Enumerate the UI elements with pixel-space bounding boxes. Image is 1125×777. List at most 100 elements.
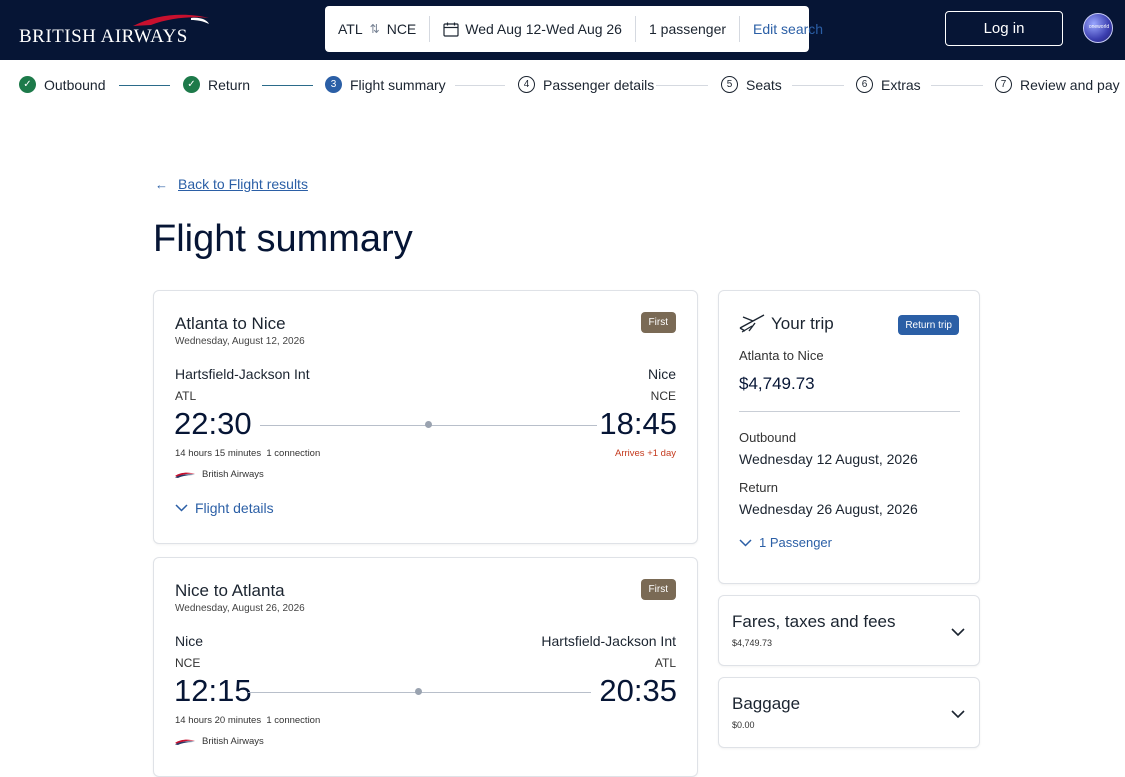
- baggage-title: Baggage: [732, 694, 801, 713]
- british-airways-logo[interactable]: BRITISH AIRWAYS: [19, 12, 219, 48]
- step-extras: 6 Extras: [856, 76, 921, 93]
- step-number: 4: [518, 76, 535, 93]
- return-flight-card: Nice to Atlanta Wednesday, August 26, 20…: [153, 557, 698, 777]
- arrival-airport: Nice: [647, 366, 676, 382]
- calendar-icon: [443, 22, 459, 37]
- page-title: Flight summary: [153, 218, 413, 260]
- departure-time: 12:15: [174, 673, 252, 708]
- departure-airport: Nice: [175, 633, 204, 649]
- flight-date: Wednesday, August 12, 2026: [175, 336, 305, 347]
- edit-search-button[interactable]: Edit search: [740, 16, 836, 42]
- step-connector: [262, 85, 313, 86]
- duration-text: 14 hours 15 minutes: [175, 448, 262, 459]
- step-number: 3: [325, 76, 342, 93]
- step-label: Seats: [746, 76, 782, 93]
- oneworld-icon[interactable]: oneworld: [1083, 13, 1113, 43]
- outbound-label: Outbound: [739, 430, 797, 445]
- connection-dot: [425, 421, 432, 428]
- arrival-airport: Hartsfield-Jackson Int: [541, 633, 676, 649]
- step-label: Return: [208, 76, 251, 93]
- chevron-down-icon: [175, 504, 188, 512]
- speedmarque-icon: [133, 14, 209, 26]
- trip-total-price: $4,749.73: [739, 374, 815, 393]
- edit-search-label: Edit search: [753, 21, 824, 37]
- your-trip-card: Your trip Return trip Atlanta to Nice $4…: [718, 290, 980, 584]
- step-review-and-pay: 7 Review and pay: [995, 76, 1120, 93]
- arrival-code: ATL: [654, 656, 676, 670]
- cabin-badge: First: [640, 579, 676, 600]
- flight-duration: 14 hours 20 minutes 1 connection: [175, 715, 320, 726]
- search-summary: ATL ⇅ NCE Wed Aug 12-Wed Aug 26 1 passen…: [325, 6, 823, 52]
- back-to-results-link[interactable]: ← Back to Flight results: [155, 176, 308, 192]
- travel-dates: Wed Aug 12-Wed Aug 26: [465, 21, 622, 37]
- step-label: Review and pay: [1020, 76, 1120, 93]
- cabin-badge: First: [640, 312, 676, 333]
- return-label: Return: [739, 480, 779, 495]
- step-label: Extras: [881, 76, 921, 93]
- passenger-label: 1 Passenger: [759, 535, 832, 550]
- step-label: Passenger details: [543, 76, 655, 93]
- step-outbound[interactable]: ✓ Outbound: [19, 76, 106, 93]
- swap-icon: ⇅: [369, 22, 380, 36]
- step-connector: [656, 85, 708, 86]
- step-passenger-details: 4 Passenger details: [518, 76, 654, 93]
- operating-airline: British Airways: [175, 736, 264, 747]
- airline-logo-icon: [175, 472, 195, 478]
- oneworld-text: oneworld: [1088, 24, 1110, 30]
- baggage-amount: $0.00: [732, 720, 755, 730]
- step-flight-summary: 3 Flight summary: [325, 76, 446, 93]
- step-number: 5: [721, 76, 738, 93]
- return-date: Wednesday 26 August, 2026: [739, 501, 918, 517]
- outbound-date: Wednesday 12 August, 2026: [739, 451, 918, 467]
- check-icon: ✓: [183, 76, 200, 93]
- departure-airport: Hartsfield-Jackson Int: [175, 366, 310, 382]
- connections-text: 1 connection: [266, 448, 321, 459]
- step-label: Outbound: [44, 76, 106, 93]
- login-button[interactable]: Log in: [945, 11, 1063, 46]
- passengers-segment[interactable]: 1 passenger: [636, 16, 741, 42]
- step-connector: [931, 85, 983, 86]
- route-segment[interactable]: ATL ⇅ NCE: [325, 16, 431, 42]
- divider: [739, 411, 960, 412]
- connections-text: 1 connection: [266, 715, 321, 726]
- departure-code: ATL: [175, 389, 197, 403]
- fares-amount: $4,749.73: [732, 638, 773, 648]
- airline-name: British Airways: [202, 469, 264, 480]
- origin-code: ATL: [338, 21, 363, 37]
- arrival-time: 20:35: [599, 673, 677, 708]
- fares-accordion[interactable]: Fares, taxes and fees $4,749.73: [718, 595, 980, 666]
- airline-name: British Airways: [202, 736, 264, 747]
- booking-stepper: ✓ Outbound ✓ Return 3 Flight summary 4 P…: [0, 60, 1125, 112]
- passenger-toggle[interactable]: 1 Passenger: [739, 535, 832, 550]
- connection-dot: [415, 688, 422, 695]
- check-icon: ✓: [19, 76, 36, 93]
- plane-icon: [739, 313, 765, 338]
- arrow-left-icon: ←: [155, 176, 168, 192]
- step-connector: [792, 85, 844, 86]
- top-header: BRITISH AIRWAYS ATL ⇅ NCE Wed Aug 12-Wed…: [0, 0, 1125, 60]
- your-trip-title: Your trip: [771, 314, 834, 333]
- trip-type-badge: Return trip: [898, 315, 959, 335]
- fares-title: Fares, taxes and fees: [732, 612, 896, 631]
- flight-route-title: Nice to Atlanta: [175, 581, 285, 600]
- chevron-down-icon: [739, 538, 752, 547]
- dates-segment[interactable]: Wed Aug 12-Wed Aug 26: [430, 16, 636, 42]
- chevron-down-icon: [951, 624, 965, 642]
- step-return[interactable]: ✓ Return: [183, 76, 250, 93]
- duration-text: 14 hours 20 minutes: [175, 715, 262, 726]
- airline-logo-icon: [175, 739, 195, 745]
- operating-airline: British Airways: [175, 469, 264, 480]
- flight-duration: 14 hours 15 minutes 1 connection: [175, 448, 320, 459]
- step-connector: [455, 85, 505, 86]
- step-number: 6: [856, 76, 873, 93]
- baggage-accordion[interactable]: Baggage $0.00: [718, 677, 980, 748]
- arrival-code: NCE: [650, 389, 676, 403]
- flight-details-label: Flight details: [195, 500, 274, 516]
- flight-details-toggle[interactable]: Flight details: [175, 500, 274, 516]
- step-seats: 5 Seats: [721, 76, 782, 93]
- flight-date: Wednesday, August 26, 2026: [175, 603, 305, 614]
- step-label: Flight summary: [350, 76, 446, 93]
- back-link-label: Back to Flight results: [178, 176, 308, 192]
- passenger-count: 1 passenger: [648, 21, 727, 37]
- arrives-next-day-note: Arrives +1 day: [615, 448, 676, 459]
